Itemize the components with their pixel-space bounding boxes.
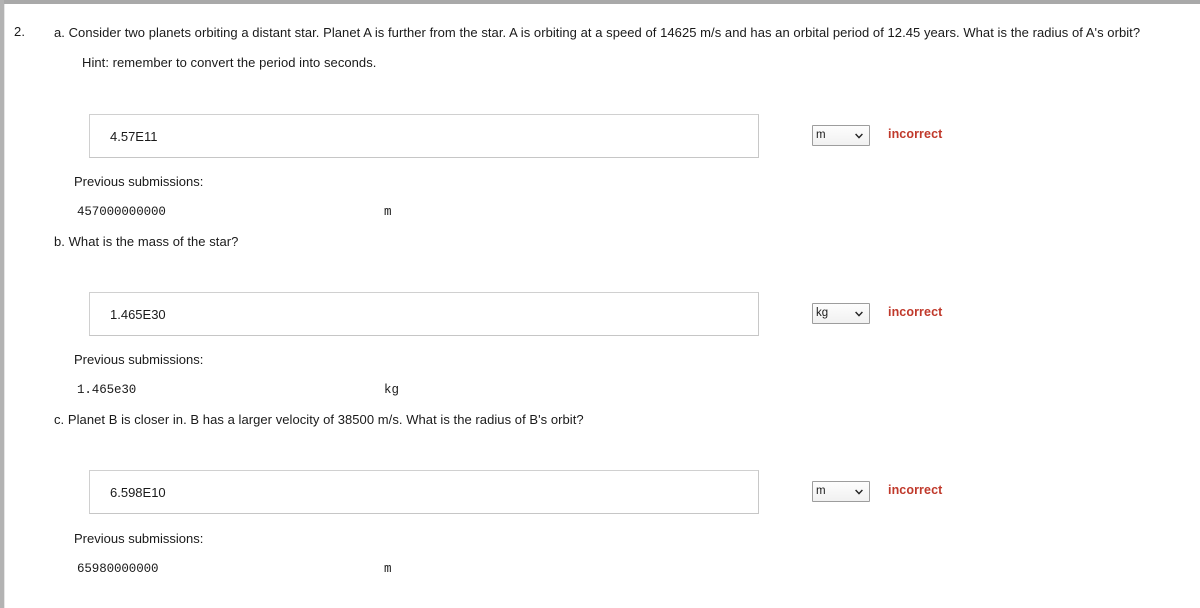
unit-select-wrapper-c: mkmcmmm [812, 481, 870, 502]
previous-submission-row-a: 457000000000 m [77, 205, 497, 221]
unit-select-wrapper-a: mkmcmmm [812, 125, 870, 146]
status-badge-b: incorrect [888, 305, 943, 319]
unit-select-wrapper-b: kggmg [812, 303, 870, 324]
part-b-prompt: b. What is the mass of the star? [54, 234, 239, 249]
question-number: 2. [14, 24, 26, 39]
unit-select-a[interactable]: mkmcmmm [812, 125, 870, 146]
status-badge-c: incorrect [888, 483, 943, 497]
previous-submission-value-b: 1.465e30 [77, 383, 137, 397]
previous-submission-row-b: 1.465e30 kg [77, 383, 497, 399]
previous-submission-unit-b: kg [384, 383, 400, 397]
previous-submission-row-c: 65980000000 m [77, 562, 497, 578]
part-a-prompt: a. Consider two planets orbiting a dista… [54, 25, 1141, 40]
answer-input-a[interactable] [89, 114, 759, 158]
unit-select-c[interactable]: mkmcmmm [812, 481, 870, 502]
previous-submissions-label-b: Previous submissions: [74, 352, 204, 367]
previous-submission-unit-c: m [384, 562, 392, 576]
previous-submission-value-c: 65980000000 [77, 562, 159, 576]
unit-select-b[interactable]: kggmg [812, 303, 870, 324]
previous-submission-unit-a: m [384, 205, 392, 219]
status-badge-a: incorrect [888, 127, 943, 141]
previous-submission-value-a: 457000000000 [77, 205, 166, 219]
homework-question-page: 2. a. Consider two planets orbiting a di… [0, 0, 1200, 608]
part-a-hint: Hint: remember to convert the period int… [82, 55, 377, 70]
answer-input-b[interactable] [89, 292, 759, 336]
part-c-prompt: c. Planet B is closer in. B has a larger… [54, 412, 584, 427]
answer-input-c[interactable] [89, 470, 759, 514]
previous-submissions-label-a: Previous submissions: [74, 174, 204, 189]
question-content: 2. a. Consider two planets orbiting a di… [5, 4, 1200, 608]
previous-submissions-label-c: Previous submissions: [74, 531, 204, 546]
